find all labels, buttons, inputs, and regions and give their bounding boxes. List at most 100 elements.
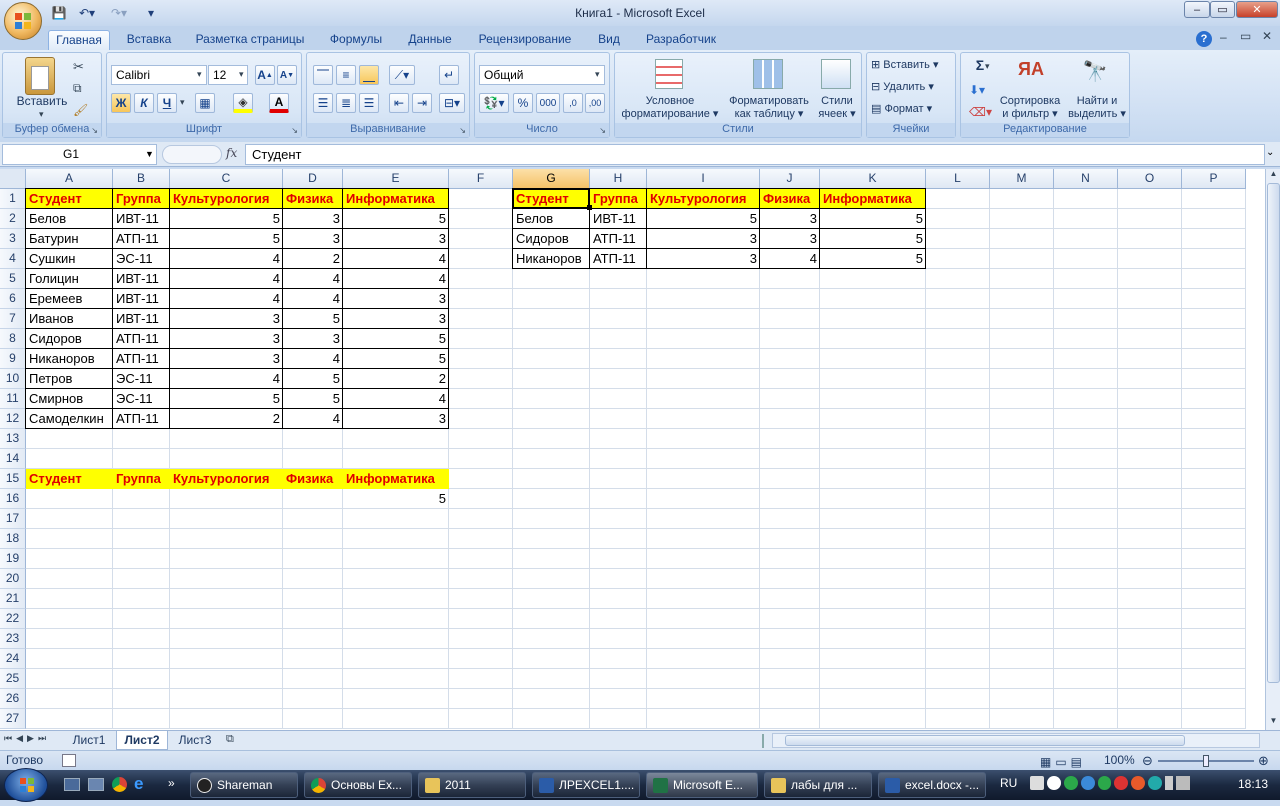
font-name-dropdown-icon[interactable]: ▾ <box>197 69 202 80</box>
conditional-formatting-button[interactable]: Условное форматирование ▾ <box>615 95 725 121</box>
cell[interactable]: 2 <box>283 249 343 269</box>
row-header[interactable]: 2 <box>0 209 26 229</box>
cell[interactable]: 3 <box>170 349 283 369</box>
number-format-dropdown-icon[interactable]: ▾ <box>595 69 600 80</box>
result-cell[interactable]: 3 <box>760 229 820 249</box>
vertical-scrollbar[interactable]: ▲ ▼ <box>1265 169 1280 730</box>
cell[interactable]: 5 <box>283 309 343 329</box>
sheet-tab-3[interactable]: Лист3 <box>170 731 220 750</box>
criteria-header[interactable]: Информатика <box>343 469 449 489</box>
result-header[interactable]: Студент <box>513 189 590 209</box>
font-color-icon[interactable]: A <box>269 93 289 113</box>
clipboard-launcher-icon[interactable]: ↘ <box>91 126 98 135</box>
bold-button[interactable]: Ж <box>111 93 131 113</box>
row-header[interactable]: 27 <box>0 709 26 729</box>
column-header[interactable]: K <box>820 169 926 189</box>
tray-icon[interactable] <box>1114 776 1129 790</box>
row-header[interactable]: 21 <box>0 589 26 609</box>
tray-icon[interactable] <box>1030 776 1044 790</box>
increase-indent-icon[interactable]: ⇥ <box>412 93 432 113</box>
tab-page-layout[interactable]: Разметка страницы <box>188 30 312 50</box>
cell[interactable]: 3 <box>343 409 449 429</box>
cell[interactable]: 4 <box>343 249 449 269</box>
result-cell[interactable]: 5 <box>820 249 926 269</box>
zoom-slider-thumb[interactable] <box>1203 755 1209 767</box>
currency-icon[interactable]: 💱▾ <box>479 93 509 113</box>
tray-icon[interactable] <box>1080 776 1095 790</box>
name-box-dropdown-icon[interactable]: ▼ <box>145 149 154 159</box>
cell[interactable]: 4 <box>170 269 283 289</box>
font-size-dropdown-icon[interactable]: ▾ <box>239 69 244 80</box>
cell[interactable]: Сидоров <box>26 329 113 349</box>
cell[interactable]: Голицин <box>26 269 113 289</box>
cell[interactable]: 4 <box>170 289 283 309</box>
cell[interactable]: 3 <box>343 309 449 329</box>
number-launcher-icon[interactable]: ↘ <box>599 126 606 135</box>
format-as-table-icon[interactable] <box>753 59 783 89</box>
sheet-nav-icon[interactable]: ⏮◀▶⏭ <box>4 733 50 744</box>
help-icon[interactable]: ? <box>1196 31 1212 47</box>
alignment-launcher-icon[interactable]: ↘ <box>459 126 466 135</box>
row-header[interactable]: 1 <box>0 189 26 209</box>
cell-header[interactable]: Информатика <box>343 189 449 209</box>
font-name-select[interactable]: Calibri <box>111 65 207 85</box>
cell[interactable]: АТП-11 <box>113 329 170 349</box>
cell[interactable]: 4 <box>283 289 343 309</box>
result-header[interactable]: Физика <box>760 189 820 209</box>
row-header[interactable]: 6 <box>0 289 26 309</box>
number-format-select[interactable]: Общий <box>479 65 605 85</box>
cell[interactable]: Иванов <box>26 309 113 329</box>
column-header[interactable]: I <box>647 169 760 189</box>
merge-center-icon[interactable]: ⊟▾ <box>439 93 465 113</box>
tab-home[interactable]: Главная <box>48 30 110 50</box>
result-header[interactable]: Культурология <box>647 189 760 209</box>
paste-icon[interactable] <box>25 57 55 95</box>
cell[interactable]: 3 <box>343 289 449 309</box>
cell[interactable]: 5 <box>170 209 283 229</box>
row-header[interactable]: 20 <box>0 569 26 589</box>
cell[interactable]: 4 <box>283 409 343 429</box>
cell[interactable]: 5 <box>283 389 343 409</box>
row-header[interactable]: 13 <box>0 429 26 449</box>
align-bottom-icon[interactable]: ⎽ <box>359 65 379 85</box>
cell-header[interactable]: Культурология <box>170 189 283 209</box>
tab-data[interactable]: Данные <box>400 30 460 50</box>
tab-formulas[interactable]: Формулы <box>320 30 392 50</box>
name-box[interactable]: G1 <box>2 144 157 165</box>
column-header[interactable]: H <box>590 169 647 189</box>
result-cell[interactable]: 3 <box>647 229 760 249</box>
language-indicator[interactable]: RU <box>1000 776 1017 790</box>
row-header[interactable]: 23 <box>0 629 26 649</box>
select-all-button[interactable] <box>0 169 26 189</box>
copy-icon[interactable]: ⧉ <box>73 81 82 96</box>
align-top-icon[interactable]: ⎺ <box>313 65 333 85</box>
cell[interactable]: 4 <box>283 349 343 369</box>
insert-sheet-icon[interactable]: ⧉ <box>226 733 234 746</box>
align-right-icon[interactable]: ☰ <box>359 93 379 113</box>
row-header[interactable]: 15 <box>0 469 26 489</box>
grow-font-icon[interactable]: A ▲ <box>255 65 275 85</box>
maximize-button[interactable]: ▭ <box>1210 1 1235 18</box>
tray-icon[interactable] <box>1097 776 1112 790</box>
cell-header[interactable]: Физика <box>283 189 343 209</box>
horizontal-scrollbar[interactable] <box>772 733 1260 748</box>
start-button[interactable] <box>4 768 48 802</box>
format-as-table-button[interactable]: Форматировать как таблицу ▾ <box>723 95 815 121</box>
column-header[interactable]: P <box>1182 169 1246 189</box>
cell[interactable]: 5 <box>343 329 449 349</box>
row-header[interactable]: 16 <box>0 489 26 509</box>
office-button[interactable] <box>4 2 42 40</box>
find-select-icon[interactable]: 🔭 <box>1081 59 1109 89</box>
formula-input[interactable]: Студент <box>245 144 1265 165</box>
font-launcher-icon[interactable]: ↘ <box>291 126 298 135</box>
tab-view[interactable]: Вид <box>590 30 628 50</box>
row-header[interactable]: 26 <box>0 689 26 709</box>
result-cell[interactable]: АТП-11 <box>590 249 647 269</box>
cell[interactable]: 4 <box>343 269 449 289</box>
cell[interactable]: 4 <box>343 389 449 409</box>
cut-icon[interactable]: ✂ <box>73 59 84 75</box>
clear-icon[interactable]: ⌫▾ <box>969 105 992 119</box>
cell[interactable]: 5 <box>343 209 449 229</box>
thousands-button[interactable]: 000 <box>536 93 560 113</box>
cell-header[interactable]: Студент <box>26 189 113 209</box>
